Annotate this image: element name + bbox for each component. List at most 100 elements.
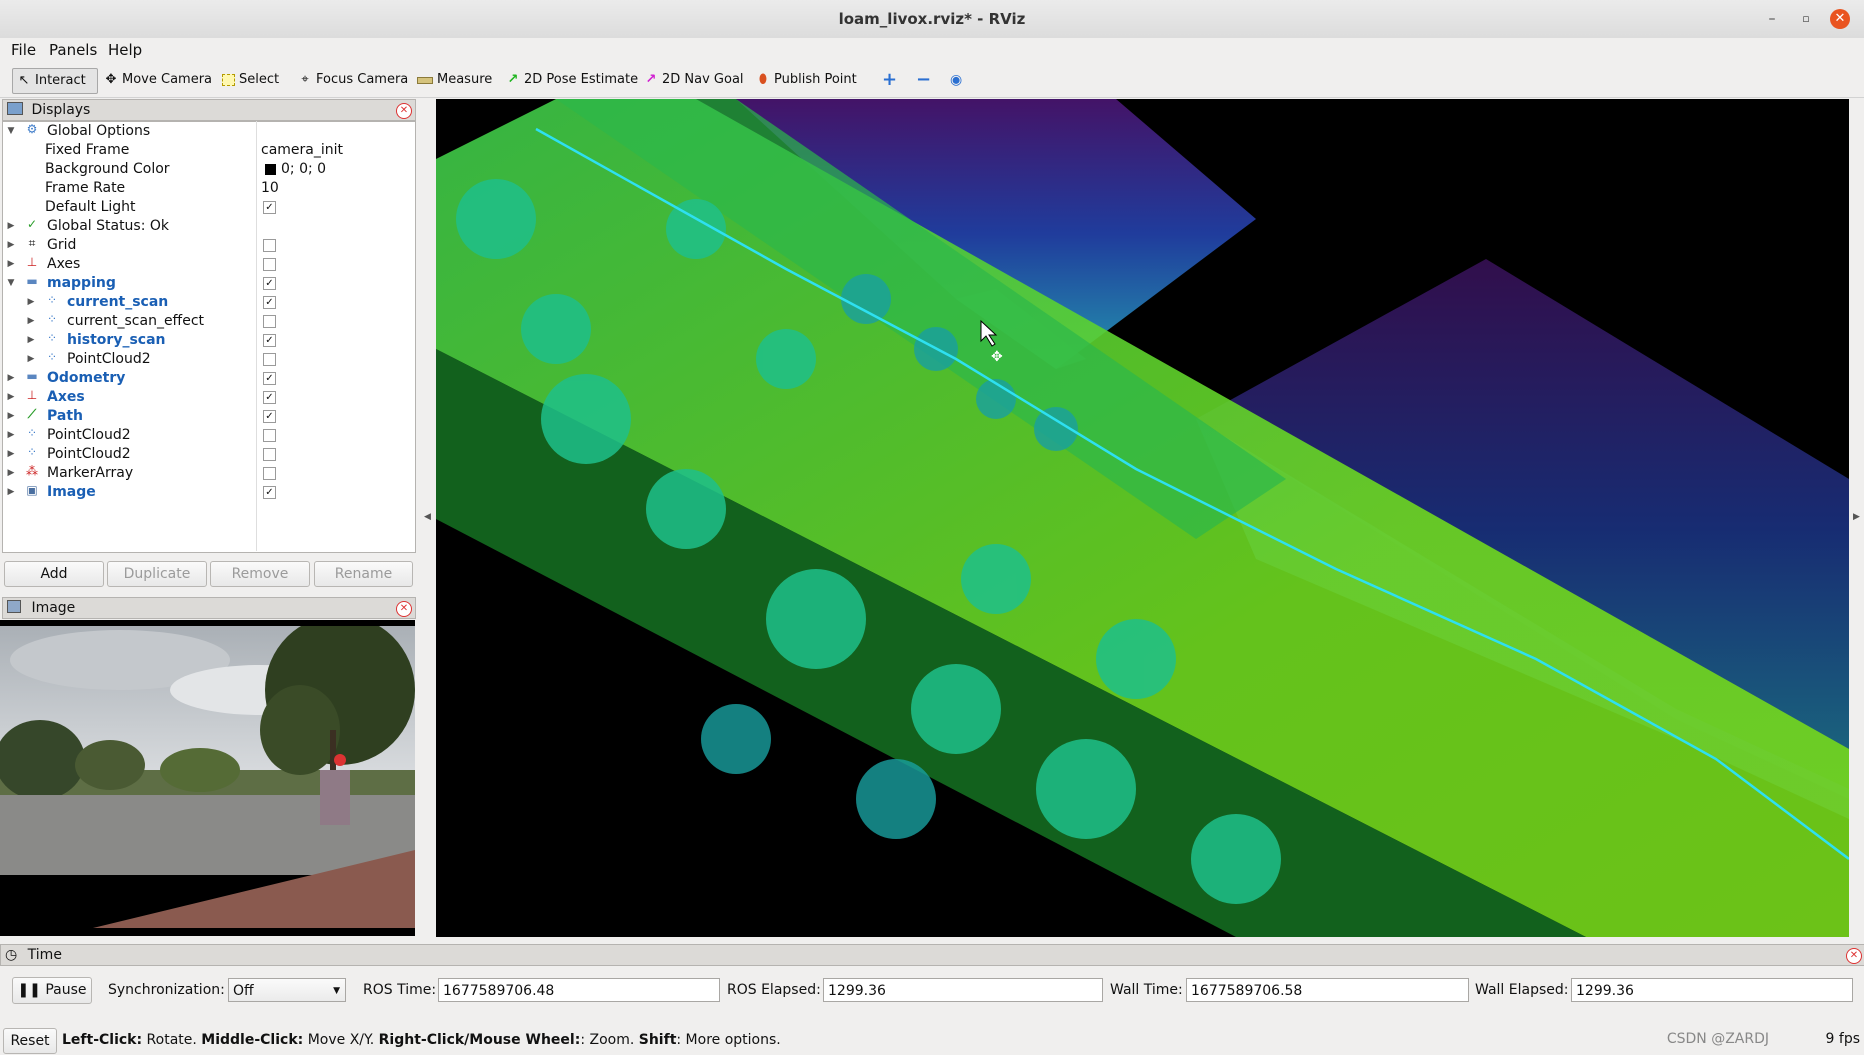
image-checkbox[interactable]: ✓ — [263, 486, 276, 499]
wall-elapsed-field[interactable]: 1299.36 — [1571, 978, 1853, 1002]
tree-row-mapping[interactable]: ▼ ▬ mapping ✓ — [3, 274, 303, 293]
expand-right-icon[interactable]: ▶ — [6, 236, 16, 255]
tree-row-axes-2[interactable]: ▶ ⊥ Axes ✓ — [3, 388, 303, 407]
close-icon[interactable]: ✕ — [1830, 9, 1850, 29]
pointcloud2-checkbox[interactable] — [263, 353, 276, 366]
menu-help[interactable]: Help — [108, 41, 142, 59]
marker-array-icon: ⁂ — [26, 464, 38, 478]
tree-row-default-light[interactable]: Default Light ✓ — [3, 198, 303, 217]
expand-right-icon[interactable]: ▶ — [6, 407, 16, 426]
close-panel-icon[interactable]: ✕ — [1846, 948, 1862, 964]
remove-tool-minus-icon[interactable]: − — [912, 68, 935, 92]
column-divider[interactable] — [256, 121, 257, 551]
minimize-icon[interactable]: – — [1762, 9, 1782, 29]
tool-publish-point[interactable]: ⬮ Publish Point — [752, 68, 861, 92]
ros-time-label: ROS Time: — [363, 982, 437, 998]
pointcloud2-a-checkbox[interactable] — [263, 429, 276, 442]
expand-right-icon[interactable]: ▶ — [6, 217, 16, 236]
duplicate-button[interactable]: Duplicate — [107, 561, 207, 587]
expand-right-icon[interactable]: ▶ — [6, 483, 16, 502]
tool-select[interactable]: Select — [218, 68, 283, 92]
check-icon: ✓ — [26, 217, 38, 231]
wall-time-field[interactable]: 1677589706.58 — [1186, 978, 1469, 1002]
rename-button[interactable]: Rename — [314, 561, 413, 587]
monitor-icon — [7, 102, 23, 115]
expand-right-icon[interactable]: ▶ — [26, 312, 36, 331]
tree-row-odometry[interactable]: ▶ ▬ Odometry ✓ — [3, 369, 303, 388]
toolbar: ↖ Interact ✥ Move Camera Select ⌖ Focus … — [0, 63, 1864, 98]
tree-row-pointcloud2-b[interactable]: ▶ ⁘ PointCloud2 — [3, 445, 303, 464]
tree-row-pointcloud2-a[interactable]: ▶ ⁘ PointCloud2 — [3, 426, 303, 445]
axes-2-checkbox[interactable]: ✓ — [263, 391, 276, 404]
tree-row-markerarray[interactable]: ▶ ⁂ MarkerArray — [3, 464, 303, 483]
expand-down-icon[interactable]: ▼ — [6, 122, 16, 141]
axes-icon: ⊥ — [26, 388, 38, 402]
tool-label: Measure — [437, 72, 493, 87]
render-3d-view[interactable]: ✥ — [436, 99, 1849, 937]
menu-file[interactable]: File — [11, 41, 36, 59]
close-panel-icon[interactable]: ✕ — [396, 103, 412, 119]
expand-right-icon[interactable]: ▶ — [6, 445, 16, 464]
tree-row-current-scan-effect[interactable]: ▶ ⁘ current_scan_effect — [3, 312, 303, 331]
sync-select[interactable]: Off ▼ — [228, 978, 346, 1002]
expand-right-icon[interactable]: ▶ — [6, 426, 16, 445]
collapse-left-icon[interactable]: ◀ — [424, 512, 431, 522]
close-panel-icon[interactable]: ✕ — [396, 601, 412, 617]
expand-right-icon[interactable]: ▶ — [6, 388, 16, 407]
wall-time-label: Wall Time: — [1110, 982, 1183, 998]
pointcloud2-b-checkbox[interactable] — [263, 448, 276, 461]
tree-label: Grid — [47, 237, 77, 253]
tree-row-axes[interactable]: ▶ ⊥ Axes — [3, 255, 303, 274]
background-color-value[interactable]: 0; 0; 0 — [281, 160, 326, 179]
tree-label: current_scan_effect — [67, 313, 205, 329]
maximize-icon[interactable]: ▫ — [1796, 9, 1816, 29]
markerarray-checkbox[interactable] — [263, 467, 276, 480]
remove-button[interactable]: Remove — [210, 561, 310, 587]
ros-time-field[interactable]: 1677589706.48 — [438, 978, 720, 1002]
tool-move-camera[interactable]: ✥ Move Camera — [100, 68, 216, 92]
pause-button[interactable]: ❚❚ Pause — [12, 977, 92, 1004]
tool-focus-camera[interactable]: ⌖ Focus Camera — [294, 68, 412, 92]
tool-measure[interactable]: Measure — [413, 68, 496, 92]
point-cloud-render: ✥ — [436, 99, 1849, 937]
tree-row-history-scan[interactable]: ▶ ⁘ history_scan ✓ — [3, 331, 303, 350]
expand-right-icon[interactable]: ▶ — [6, 255, 16, 274]
time-panel: ❚❚ Pause Synchronization: Off ▼ ROS Time… — [0, 966, 1864, 1020]
odometry-checkbox[interactable]: ✓ — [263, 372, 276, 385]
tree-row-pointcloud2-child[interactable]: ▶ ⁘ PointCloud2 — [3, 350, 303, 369]
expand-right-icon[interactable]: ▶ — [6, 464, 16, 483]
eye-icon[interactable]: ◉ — [946, 68, 966, 92]
current-scan-effect-checkbox[interactable] — [263, 315, 276, 328]
tool-interact[interactable]: ↖ Interact — [12, 68, 98, 94]
axes-checkbox[interactable] — [263, 258, 276, 271]
default-light-checkbox[interactable]: ✓ — [263, 201, 276, 214]
mapping-checkbox[interactable]: ✓ — [263, 277, 276, 290]
expand-right-icon[interactable]: ▶ — [6, 369, 16, 388]
path-checkbox[interactable]: ✓ — [263, 410, 276, 423]
tool-2d-nav-goal[interactable]: ↗ 2D Nav Goal — [640, 68, 748, 92]
expand-right-icon[interactable]: ▶ — [26, 331, 36, 350]
expand-right-icon[interactable]: ▶ — [26, 350, 36, 369]
fixed-frame-value[interactable]: camera_init — [261, 141, 343, 160]
current-scan-checkbox[interactable]: ✓ — [263, 296, 276, 309]
add-button[interactable]: Add — [4, 561, 104, 587]
collapse-right-icon[interactable]: ▶ — [1853, 512, 1860, 522]
tree-row-image[interactable]: ▶ ▣ Image ✓ — [3, 483, 303, 502]
ros-elapsed-field[interactable]: 1299.36 — [823, 978, 1103, 1002]
menu-panels[interactable]: Panels — [49, 41, 97, 59]
displays-panel-header: Displays ✕ — [2, 99, 416, 121]
expand-down-icon[interactable]: ▼ — [6, 274, 16, 293]
add-tool-plus-icon[interactable]: + — [878, 68, 901, 92]
grid-checkbox[interactable] — [263, 239, 276, 252]
select-icon — [222, 74, 235, 86]
tree-row-current-scan[interactable]: ▶ ⁘ current_scan ✓ — [3, 293, 303, 312]
frame-rate-value[interactable]: 10 — [261, 179, 279, 198]
pause-label: Pause — [45, 982, 87, 998]
reset-button[interactable]: Reset — [3, 1028, 57, 1054]
tree-label: Path — [47, 408, 83, 424]
expand-right-icon[interactable]: ▶ — [26, 293, 36, 312]
tree-row-path[interactable]: ▶ ⟋ Path ✓ — [3, 407, 303, 426]
tree-row-grid[interactable]: ▶ ⌗ Grid — [3, 236, 303, 255]
tool-2d-pose-estimate[interactable]: ↗ 2D Pose Estimate — [502, 68, 642, 92]
history-scan-checkbox[interactable]: ✓ — [263, 334, 276, 347]
